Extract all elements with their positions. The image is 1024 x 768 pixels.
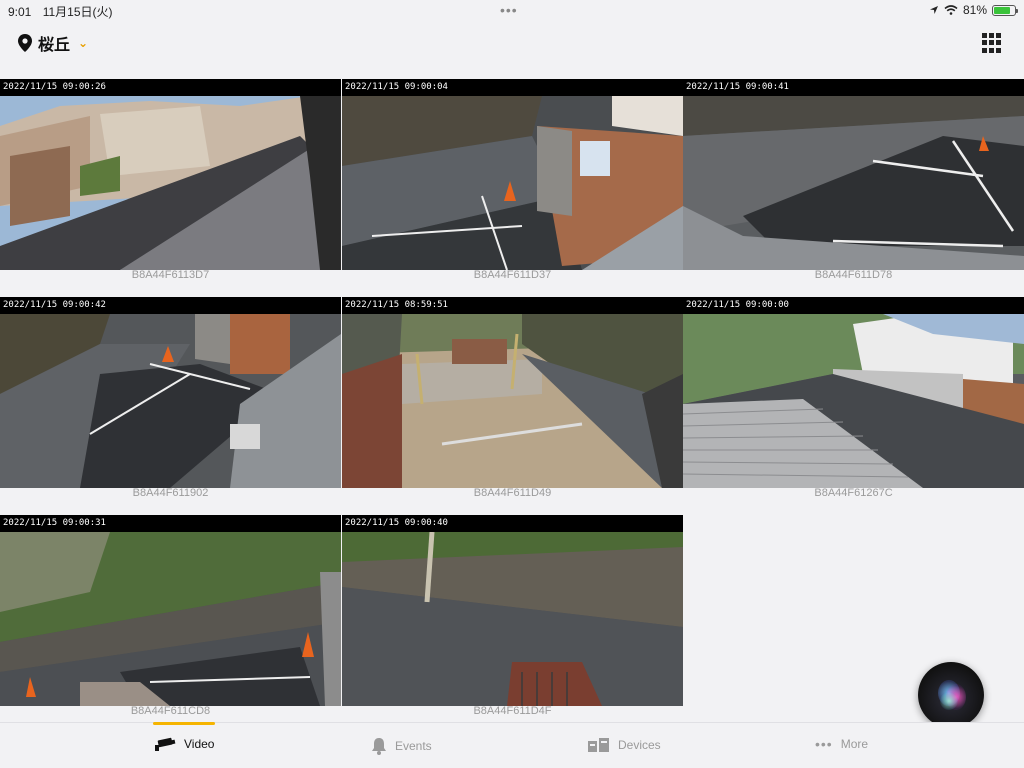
camera-timestamp: 2022/11/15 09:00:41 xyxy=(683,79,1024,96)
tab-devices[interactable]: Devices xyxy=(588,737,661,753)
tab-bar: Video Events Devices ••• More xyxy=(0,722,1024,768)
camera-tile[interactable]: 2022/11/15 09:00:31 B8A44F611CD8 xyxy=(0,515,341,723)
more-dots-icon: ••• xyxy=(815,736,833,752)
camera-feed xyxy=(342,96,683,270)
grid-layout-icon[interactable] xyxy=(982,33,1002,53)
camera-id: B8A44F611902 xyxy=(132,487,209,499)
camera-tile[interactable]: 2022/11/15 08:59:51 B8A44F611D49 xyxy=(342,297,683,505)
location-label: 桜丘 xyxy=(38,37,71,54)
tab-more[interactable]: ••• More xyxy=(815,737,868,751)
camera-id: B8A44F611D37 xyxy=(473,269,552,281)
map-pin-icon xyxy=(18,34,32,52)
camera-tile[interactable]: 2022/11/15 09:00:00 B8A44F61267C xyxy=(683,297,1024,505)
location-selector[interactable]: 桜丘 ⌄ xyxy=(18,31,88,55)
camera-tile[interactable]: 2022/11/15 09:00:04 B8A44F611D37 xyxy=(342,79,683,287)
battery-percent: 81% xyxy=(962,3,987,17)
status-bar: 9:01 11月15日(火) ••• 81% xyxy=(0,0,1024,22)
tab-label: More xyxy=(840,737,869,751)
tab-label: Events xyxy=(395,739,432,753)
status-time: 9:01 xyxy=(8,5,32,19)
camera-id: B8A44F611CD8 xyxy=(130,705,211,717)
tab-label: Devices xyxy=(618,738,661,752)
camera-id: B8A44F61267C xyxy=(814,487,893,499)
wifi-icon xyxy=(944,5,958,15)
camera-feed xyxy=(0,96,341,270)
camera-timestamp: 2022/11/15 09:00:00 xyxy=(683,297,1024,314)
location-arrow-icon xyxy=(929,6,938,14)
multitasking-dots[interactable]: ••• xyxy=(500,2,518,18)
camera-timestamp: 2022/11/15 09:00:31 xyxy=(0,515,341,532)
tab-label: Video xyxy=(184,737,215,751)
camera-id: B8A44F611D49 xyxy=(473,487,552,499)
camera-icon xyxy=(155,737,176,751)
siri-orb[interactable] xyxy=(918,662,984,728)
camera-timestamp: 2022/11/15 09:00:26 xyxy=(0,79,341,96)
camera-id: B8A44F611D4F xyxy=(473,705,552,717)
camera-feed xyxy=(683,96,1024,270)
camera-timestamp: 2022/11/15 08:59:51 xyxy=(342,297,683,314)
camera-timestamp: 2022/11/15 09:00:04 xyxy=(342,79,683,96)
camera-tile[interactable]: 2022/11/15 09:00:40 B8A44F611D4F xyxy=(342,515,683,723)
battery-icon xyxy=(992,4,1018,16)
camera-id: B8A44F611D78 xyxy=(814,269,893,281)
camera-id: B8A44F6113D7 xyxy=(131,269,210,281)
camera-feed xyxy=(342,314,683,488)
camera-timestamp: 2022/11/15 09:00:42 xyxy=(0,297,341,314)
tab-events[interactable]: Events xyxy=(371,737,432,755)
camera-tile[interactable]: 2022/11/15 09:00:42 B8A44F611902 xyxy=(0,297,341,505)
chevron-down-icon: ⌄ xyxy=(78,36,89,50)
camera-feed xyxy=(342,532,683,706)
bell-icon xyxy=(372,738,386,755)
devices-icon xyxy=(588,738,609,752)
camera-grid: 2022/11/15 09:00:26 B8A44F6113D7 2022/11… xyxy=(0,79,1024,723)
active-tab-indicator xyxy=(153,722,215,725)
camera-timestamp: 2022/11/15 09:00:40 xyxy=(342,515,683,532)
top-bar: 桜丘 ⌄ xyxy=(0,22,1024,68)
camera-tile[interactable]: 2022/11/15 09:00:26 B8A44F6113D7 xyxy=(0,79,341,287)
camera-tile[interactable]: 2022/11/15 09:00:41 B8A44F611D78 xyxy=(683,79,1024,287)
camera-feed xyxy=(683,314,1024,488)
camera-feed xyxy=(0,532,341,706)
tab-video[interactable]: Video xyxy=(154,737,214,751)
status-date: 11月15日(火) xyxy=(42,5,113,19)
camera-feed xyxy=(0,314,341,488)
